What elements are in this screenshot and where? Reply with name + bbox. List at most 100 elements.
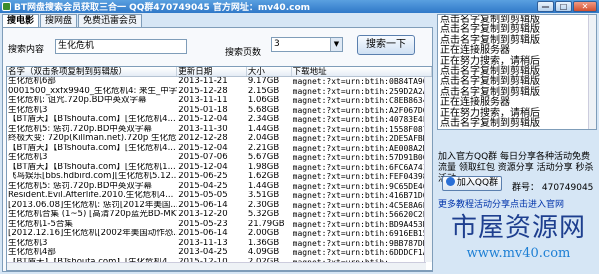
close-button[interactable]: ✕ <box>573 1 597 12</box>
cell-link: magnet:?xt=urn:btih:40783E4F... <box>292 115 433 124</box>
join-qq-group-label: 加入QQ群 <box>456 178 499 188</box>
vertical-scrollbar[interactable] <box>424 77 432 262</box>
table-row[interactable]: 生化危机3 2015-07-06 5.67GB magnet:?xt=urn:btih… <box>7 153 432 163</box>
cell-date: 2015-05-23 <box>178 219 228 229</box>
cell-link: magnet:?xt=urn:btih:A2F067D6... <box>292 105 433 115</box>
table-body: 生化危机6部 2013-11-21 9.17GB magnet:?xt=urn:bti… <box>7 77 432 267</box>
cell-link: magnet:?xt=urn:btih:56620C2E... <box>292 210 433 219</box>
cell-size: 2.04GB <box>247 134 280 143</box>
table-row[interactable]: 生化危机5: 惩罚.720p.BD中英双字幕 2013-11-30 1.44GB ma… <box>7 125 432 135</box>
cell-link: magnet:?xt=urn:btih:6FC6A741... <box>292 162 433 172</box>
cell-date: 2015-06-14 <box>178 200 228 210</box>
cell-link: magnet:?xt=urn:btih:259D2A2A... <box>292 86 433 96</box>
cell-name: 生化危机3 <box>8 238 48 248</box>
cell-name: 【BT盾天】【BTshoufa.com】[生化危机4... <box>8 115 176 124</box>
table-row[interactable]: 生化危机: 诅咒.720p.BD中英双字幕 2013-11-11 1.06GB mag… <box>7 96 432 106</box>
keyword-input[interactable]: 生化危机 <box>55 39 187 54</box>
status-list-scrollbar[interactable] <box>588 15 596 129</box>
table-row[interactable]: Resident.Evil.Afterlife.2010.生化危机4... 201… <box>7 191 432 201</box>
cell-name: 生化危机1-5合集 <box>8 219 73 229</box>
column-header-name[interactable]: 名字（双击条项复制到剪辑版） <box>7 67 178 76</box>
tab-search-movies[interactable]: 搜电影 <box>2 14 40 27</box>
pages-label: 搜索页数 <box>225 48 262 58</box>
cell-size: 1.44GB <box>247 124 280 134</box>
brand-logo: 市屋资源网 www.mv40.com <box>440 210 597 272</box>
cell-name: 飞鸟娱乐[bbs.hdbird.com][生化危机5.12... <box>8 172 178 181</box>
cell-name: 0001500_xxfx9940_生化危机4: 来生_中字 <box>8 86 178 96</box>
table-row[interactable]: 生化危机5: 惩罚.720p.BD中英双字幕 2015-04-25 1.44GB ma… <box>7 182 432 192</box>
column-header-size[interactable]: 大小 <box>247 67 292 76</box>
table-row[interactable]: 生化危机1-5合集 2015-05-23 21.79GB magnet:?xt=urn… <box>7 220 432 230</box>
table-row[interactable]: 【BT盾天】【BTshoufa.com】[生化危机1... 2015-12-04 1… <box>7 163 432 173</box>
cell-date: 2013-11-21 <box>178 77 228 86</box>
cell-size: 1.44GB <box>247 181 280 191</box>
column-header-link[interactable]: 下载地址 <box>292 67 432 76</box>
cell-size: 4.09GB <box>247 248 280 257</box>
status-list: 点击名字复制到剪辑版 点击名字复制到剪辑版 点击名字复制到剪辑版 正在连接服务器 正在努… <box>437 14 597 130</box>
search-button[interactable]: 搜索一下 <box>357 35 415 55</box>
cell-link: magnet:?xt=urn:btih:416B71D0... <box>292 191 433 200</box>
cell-link: magnet:?xt=urn:btih:1558F087... <box>292 124 433 134</box>
cell-date: 2015-04-25 <box>178 181 228 191</box>
cell-size: 1.62GB <box>247 172 280 181</box>
cell-name: 生化危机5: 惩罚.720p.BD中英双字幕 <box>8 124 152 134</box>
table-row[interactable]: 生化危机3 2015-01-18 5.68GB magnet:?xt=urn:btih… <box>7 106 432 116</box>
cell-date: 2015-06-25 <box>178 172 228 181</box>
cell-date: 2015-01-18 <box>178 105 228 115</box>
qq-icon <box>445 177 455 186</box>
table-row[interactable]: 【BT盾天】【BTshoufa.com】[生化危机4... 2015-12-04 2… <box>7 115 432 125</box>
horizontal-scrollbar[interactable] <box>7 262 426 270</box>
official-site-link[interactable]: 更多教程活动分享点击进入官网 <box>438 197 598 210</box>
pages-select[interactable]: 3 ▼ <box>271 37 343 52</box>
cell-link: magnet:?xt=urn:btih:6DDDCF1A... <box>292 248 433 257</box>
column-header-date[interactable]: 更新日期 <box>177 67 247 76</box>
cell-date: 2013-04-25 <box>178 248 228 257</box>
cell-size: 3.51GB <box>247 191 280 200</box>
table-header: 名字（双击条项复制到剪辑版） 更新日期 大小 下载地址 <box>7 67 432 77</box>
table-row[interactable]: 【BT盾天】【BTshoufa.com】[生化危机4... 2015-12-04 2… <box>7 144 432 154</box>
status-list-item: 点击名字复制到剪辑版 <box>440 118 540 130</box>
pages-select-value: 3 <box>274 39 280 49</box>
cell-name: 终极大变: 720p(Killman.net).720p 生化危 <box>8 134 177 143</box>
table-row[interactable]: 飞鸟娱乐[bbs.hdbird.com][生化危机5.12... 2015-06-… <box>7 172 432 182</box>
join-qq-group-button[interactable]: 加入QQ群 <box>442 176 502 191</box>
cell-date: 2013-11-11 <box>178 96 228 105</box>
group-number: 群号： 470749045 <box>512 183 594 193</box>
search-panel: 搜索内容 生化危机 搜索页数 3 ▼ 搜索一下 名字（双击条项复制到剪辑版） 更… <box>2 27 433 272</box>
table-row[interactable]: 终极大变: 720p(Killman.net).720p 生化危 2012-12-… <box>7 134 432 144</box>
chevron-down-icon[interactable]: ▼ <box>330 38 342 51</box>
tab-free-xunlei-vip[interactable]: 免费迅雷会员 <box>78 14 143 27</box>
table-row[interactable]: [2013.06.08]生化危机: 惩罚[2012年美国... 2015-06-1… <box>7 201 432 211</box>
minimize-button[interactable]: — <box>537 1 554 12</box>
table-row[interactable]: 生化危机4部 2013-04-25 4.09GB magnet:?xt=urn:bti… <box>7 248 432 258</box>
cell-date: 2015-06-14 <box>178 229 228 238</box>
cell-date: 2015-12-28 <box>178 86 228 96</box>
cell-size: 2.00GB <box>247 229 280 238</box>
cell-link: magnet:?xt=urn:btih:C8EB8634... <box>292 96 433 105</box>
table-row[interactable]: 0001500_xxfx9940_生化危机4: 来生_中字 2015-12-28 2… <box>7 87 432 97</box>
maximize-button[interactable]: □ <box>555 1 572 12</box>
cell-name: 生化危机3 <box>8 153 48 162</box>
cell-name: 生化危机合集 (1~5) [高清720p蓝光BD-MKV... <box>8 210 178 219</box>
cell-name: 生化危机6部 <box>8 77 56 86</box>
cell-link: magnet:?xt=urn:btih:AE008A2D... <box>292 143 433 153</box>
results-table: 名字（双击条项复制到剪辑版） 更新日期 大小 下载地址 生化危机6部 2013-1… <box>6 66 433 271</box>
table-row[interactable]: 生化危机合集 (1~5) [高清720p蓝光BD-MKV... 2013-12-2… <box>7 210 432 220</box>
keyword-label: 搜索内容 <box>8 45 45 55</box>
cell-name: 【BT盾天】【BTshoufa.com】[生化危机4... <box>8 143 176 153</box>
tab-bar: 搜电影 搜网盘 免费迅雷会员 <box>2 14 143 27</box>
title-bar: BT网盘搜索会员获取三合一 QQ群470749045 官方网址：mv40.com… <box>0 0 599 13</box>
cell-size: 2.21GB <box>247 143 280 153</box>
cell-date: 2015-07-06 <box>178 153 228 162</box>
cell-date: 2013-11-30 <box>178 124 228 134</box>
cell-link: magnet:?xt=urn:btih:0B84TA90... <box>292 77 433 86</box>
cell-name: [2012.12.16]生化危机[2002年美国动作恐... <box>8 229 178 238</box>
table-row[interactable]: 生化危机6部 2013-11-21 9.17GB magnet:?xt=urn:bti… <box>7 77 432 87</box>
cell-size: 2.15GB <box>247 86 280 96</box>
table-row[interactable]: 生化危机3 2013-11-13 1.36GB magnet:?xt=urn:btih… <box>7 239 432 249</box>
window-controls: — □ ✕ <box>537 1 597 12</box>
tab-search-netdisk[interactable]: 搜网盘 <box>40 14 78 27</box>
cell-size: 1.98GB <box>247 162 280 172</box>
cell-link: magnet:?xt=urn:btih:2DE5AFBD... <box>292 134 433 143</box>
table-row[interactable]: [2012.12.16]生化危机[2002年美国动作恐... 2015-06-14… <box>7 229 432 239</box>
